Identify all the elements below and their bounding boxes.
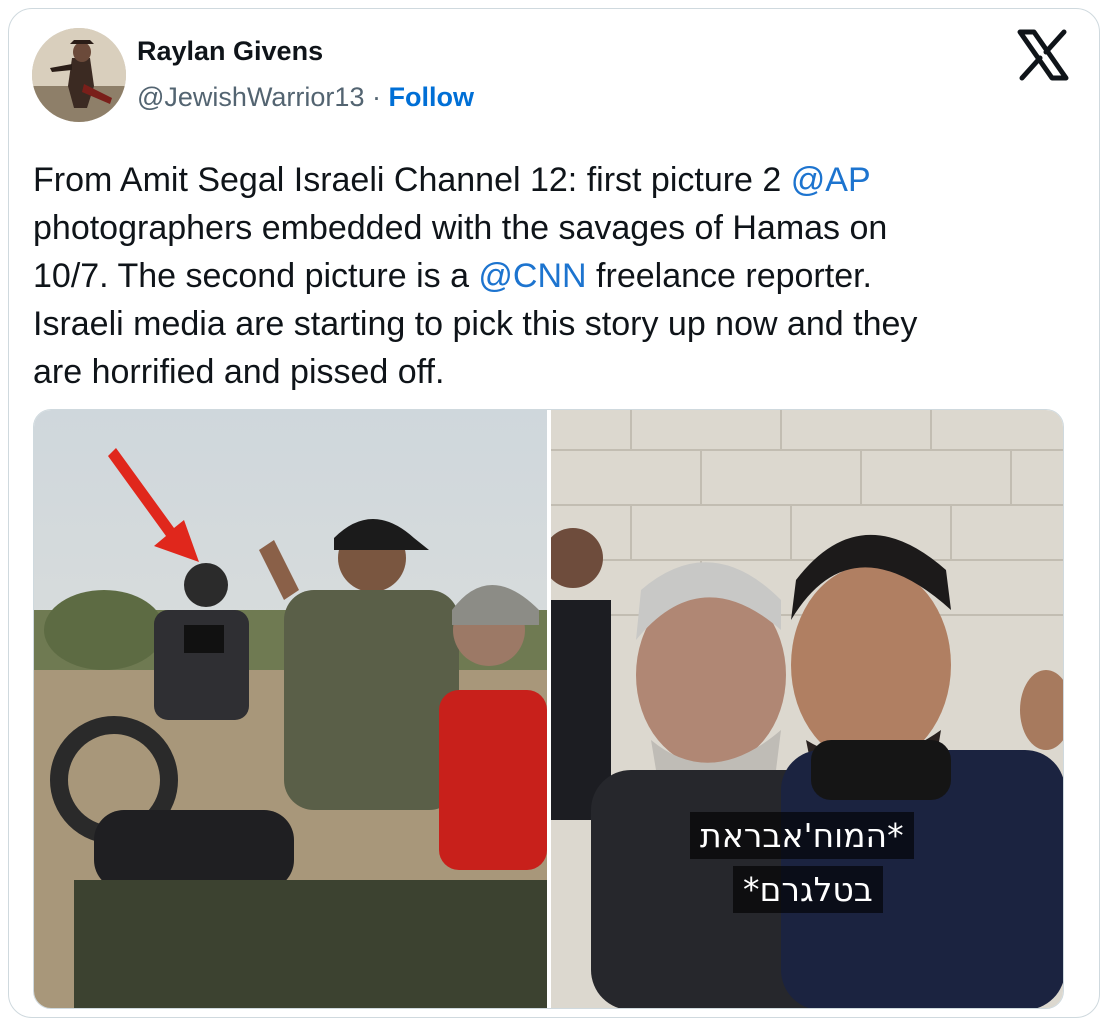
tweet-text-line5: are horrified and pissed off.	[33, 353, 445, 391]
author-handle[interactable]: @JewishWarrior13	[137, 82, 364, 112]
x-logo-icon[interactable]	[1016, 28, 1070, 82]
photo-caption-line1: *המוח'אבראת	[690, 812, 914, 859]
tweet-text-line3: 10/7. The second picture is a	[33, 257, 479, 295]
tweet-text-line2: photographers embedded with the savages …	[33, 209, 888, 247]
media-grid	[33, 409, 1064, 1009]
avatar[interactable]	[32, 28, 126, 122]
author-name[interactable]: Raylan Givens	[137, 36, 323, 67]
author-handle-line: @JewishWarrior13 · Follow	[137, 82, 474, 113]
tweet-text-line3-end: freelance reporter.	[586, 257, 872, 295]
photo-motorcycle-scene[interactable]	[34, 410, 547, 1008]
tweet-text-line4: Israeli media are starting to pick this …	[33, 305, 918, 343]
photo-caption-line2: בטלגרם*	[733, 866, 883, 913]
tweet-text: From Amit Segal Israeli Channel 12: firs…	[33, 156, 1073, 396]
mention-ap-link[interactable]: @AP	[791, 161, 871, 199]
mention-cnn-link[interactable]: @CNN	[478, 257, 586, 295]
separator-dot: ·	[371, 82, 381, 112]
photo-embrace-scene[interactable]	[543, 410, 1063, 1008]
tweet-text-line1: From Amit Segal Israeli Channel 12: firs…	[33, 161, 791, 199]
follow-button[interactable]: Follow	[389, 82, 474, 112]
